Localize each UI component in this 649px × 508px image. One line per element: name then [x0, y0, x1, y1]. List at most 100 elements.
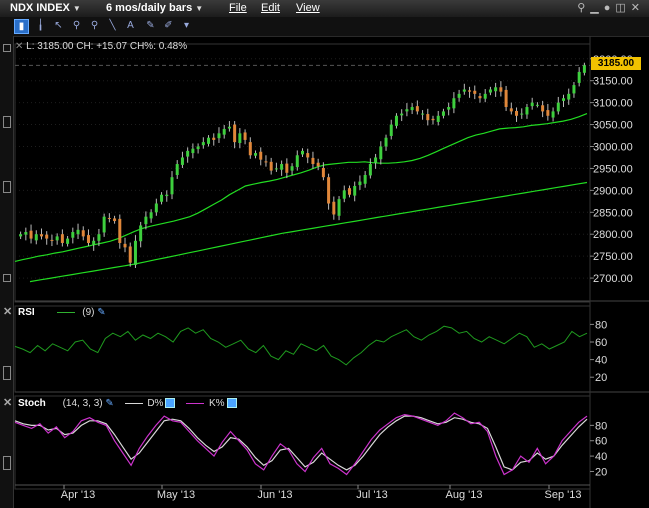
- candle-body: [97, 234, 101, 241]
- text-tool-icon[interactable]: A: [124, 19, 137, 32]
- candle-body: [400, 113, 404, 116]
- candle-body: [113, 218, 117, 222]
- candle-body: [29, 230, 33, 239]
- candle-body: [368, 164, 372, 176]
- candle-body: [196, 146, 200, 150]
- candle-body: [254, 153, 258, 156]
- rsi-line-swatch: [57, 311, 76, 313]
- candle-body: [520, 113, 524, 115]
- candle-body: [264, 161, 268, 163]
- candle-body: [243, 132, 247, 140]
- candle-body: [441, 111, 445, 116]
- candle-body: [76, 229, 80, 235]
- price-tick-label: 2750.00: [593, 251, 633, 263]
- zoom-out-icon[interactable]: ⚲: [88, 19, 101, 32]
- draw-line-icon[interactable]: ╲: [106, 19, 119, 32]
- d-checkbox[interactable]: [165, 398, 176, 409]
- moving-averages: [14, 113, 588, 283]
- candle-body: [436, 115, 440, 122]
- candle-body: [389, 124, 393, 136]
- symbol-dropdown[interactable]: NDX INDEX ▼: [10, 2, 81, 14]
- candle-body: [227, 126, 231, 129]
- panel-frame: [14, 43, 591, 303]
- price-tick-label: 3050.00: [593, 120, 633, 132]
- candle-mode-icon[interactable]: ▮: [14, 19, 29, 34]
- edit-icon[interactable]: ✎: [97, 307, 105, 318]
- candle-body: [128, 246, 132, 263]
- rsi-tick-label: 60: [595, 337, 607, 349]
- candle-body: [405, 109, 409, 112]
- candle-body: [478, 96, 482, 99]
- candle-body: [222, 128, 226, 135]
- k-checkbox[interactable]: [226, 398, 237, 409]
- candle-body: [499, 87, 503, 92]
- cursor-icon[interactable]: ↖: [52, 19, 65, 32]
- d-line-swatch: [124, 402, 143, 404]
- candle-body: [353, 185, 357, 196]
- minimize-icon[interactable]: ▁: [590, 2, 603, 14]
- candle-body: [19, 234, 23, 237]
- close-panel-icon[interactable]: ✕: [3, 396, 12, 409]
- candle-body: [170, 177, 174, 195]
- close-panel-icon[interactable]: ✕: [3, 305, 12, 318]
- grid-lines: [14, 36, 649, 508]
- bar-mode-icon[interactable]: ╽: [34, 19, 47, 32]
- menu-bar: NDX INDEX ▼ 6 mos/daily bars ▼ File Edit V…: [0, 0, 649, 18]
- stoch-label: Stoch: [18, 398, 46, 409]
- candle-body: [180, 157, 184, 165]
- candle-body: [154, 203, 158, 213]
- candle-body: [45, 234, 49, 239]
- candle-body: [384, 137, 388, 147]
- close-x-icon[interactable]: ✕: [15, 41, 23, 52]
- candle-body: [457, 93, 461, 98]
- candle-body: [92, 240, 96, 245]
- settings-icon[interactable]: ▾: [180, 19, 193, 32]
- restore-icon[interactable]: ◫: [615, 2, 630, 14]
- candle-body: [483, 93, 487, 99]
- candle-body: [488, 89, 492, 93]
- candle-body: [337, 199, 341, 216]
- candle-body: [546, 110, 550, 116]
- period-dropdown[interactable]: 6 mos/daily bars ▼: [106, 2, 203, 14]
- pin-icon[interactable]: ⚲: [577, 2, 590, 14]
- candle-body: [81, 230, 85, 237]
- candle-body: [107, 217, 111, 219]
- link-icon[interactable]: ●: [604, 2, 616, 14]
- panel-frame: [14, 305, 591, 393]
- candle-body: [504, 89, 508, 108]
- zoom-in-icon[interactable]: ⚲: [70, 19, 83, 32]
- candle-body: [280, 164, 284, 170]
- menu-view[interactable]: View: [296, 2, 320, 14]
- price-tick-label: 3000.00: [593, 141, 633, 153]
- price-candles: [19, 62, 586, 268]
- menu-file[interactable]: File: [229, 2, 247, 14]
- chart-toolbar: ▮ ╽ ↖ ⚲ ⚲ ╲ A ✎ ✐ ▾: [0, 17, 649, 37]
- x-tick-label: Jul '13: [356, 489, 387, 501]
- candle-body: [515, 110, 519, 116]
- close-icon[interactable]: ✕: [631, 2, 645, 14]
- candle-body: [24, 232, 28, 235]
- y-axis-labels: 3200.003150.003100.003050.003000.002950.…: [590, 54, 633, 478]
- rsi-tick-label: 80: [595, 319, 607, 331]
- wrench-icon[interactable]: ✎: [144, 19, 157, 32]
- candle-body: [175, 164, 179, 175]
- pencil-icon[interactable]: ✐: [162, 19, 175, 32]
- candle-body: [342, 190, 346, 199]
- chart-canvas[interactable]: 3200.003150.003100.003050.003000.002950.…: [0, 36, 649, 508]
- candle-body: [133, 240, 137, 265]
- x-tick-label: Apr '13: [61, 489, 96, 501]
- candle-body: [144, 216, 148, 225]
- candle-body: [530, 102, 534, 107]
- candle-body: [358, 181, 362, 186]
- menu-edit[interactable]: Edit: [261, 2, 280, 14]
- candle-body: [410, 107, 414, 111]
- edit-icon[interactable]: ✎: [105, 398, 113, 409]
- candle-body: [447, 107, 451, 110]
- candle-body: [415, 106, 419, 112]
- stoch-legend: Stoch (14, 3, 3) ✎ D% K%: [18, 398, 239, 409]
- candle-body: [509, 108, 513, 112]
- candle-body: [327, 177, 331, 204]
- price-tick-label: 2850.00: [593, 207, 633, 219]
- x-tick-label: Aug '13: [446, 489, 483, 501]
- candle-body: [321, 167, 325, 178]
